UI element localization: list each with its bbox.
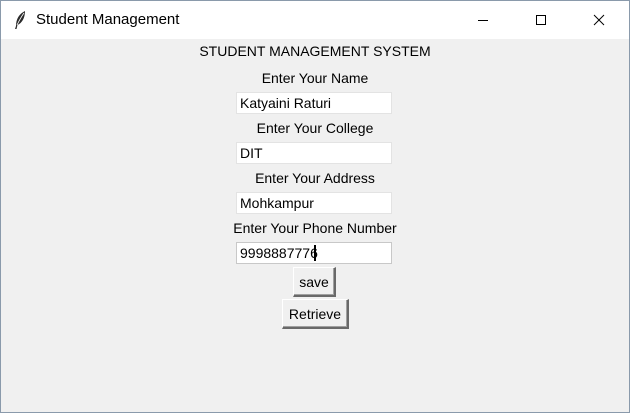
address-label: Enter Your Address bbox=[255, 170, 375, 186]
save-button[interactable]: save bbox=[293, 267, 336, 297]
app-window: Student Management STUDENT MANAGEMENT SY… bbox=[0, 0, 630, 413]
title-bar[interactable]: Student Management bbox=[1, 1, 629, 39]
maximize-button[interactable] bbox=[518, 1, 564, 39]
window-title: Student Management bbox=[36, 11, 180, 28]
feather-icon bbox=[13, 10, 27, 30]
form-area: STUDENT MANAGEMENT SYSTEM Enter Your Nam… bbox=[1, 39, 629, 412]
college-field[interactable] bbox=[236, 142, 392, 164]
text-cursor bbox=[314, 245, 316, 261]
name-field[interactable] bbox=[236, 92, 392, 114]
phone-label: Enter Your Phone Number bbox=[233, 220, 397, 236]
name-label: Enter Your Name bbox=[261, 70, 369, 86]
close-icon bbox=[593, 14, 605, 26]
college-label: Enter Your College bbox=[256, 120, 374, 136]
maximize-icon bbox=[535, 14, 547, 26]
close-button[interactable] bbox=[576, 1, 622, 39]
page-title: STUDENT MANAGEMENT SYSTEM bbox=[199, 43, 431, 59]
minimize-icon bbox=[477, 14, 489, 26]
address-field[interactable] bbox=[236, 192, 392, 214]
minimize-button[interactable] bbox=[460, 1, 506, 39]
retrieve-button[interactable]: Retrieve bbox=[282, 299, 349, 329]
